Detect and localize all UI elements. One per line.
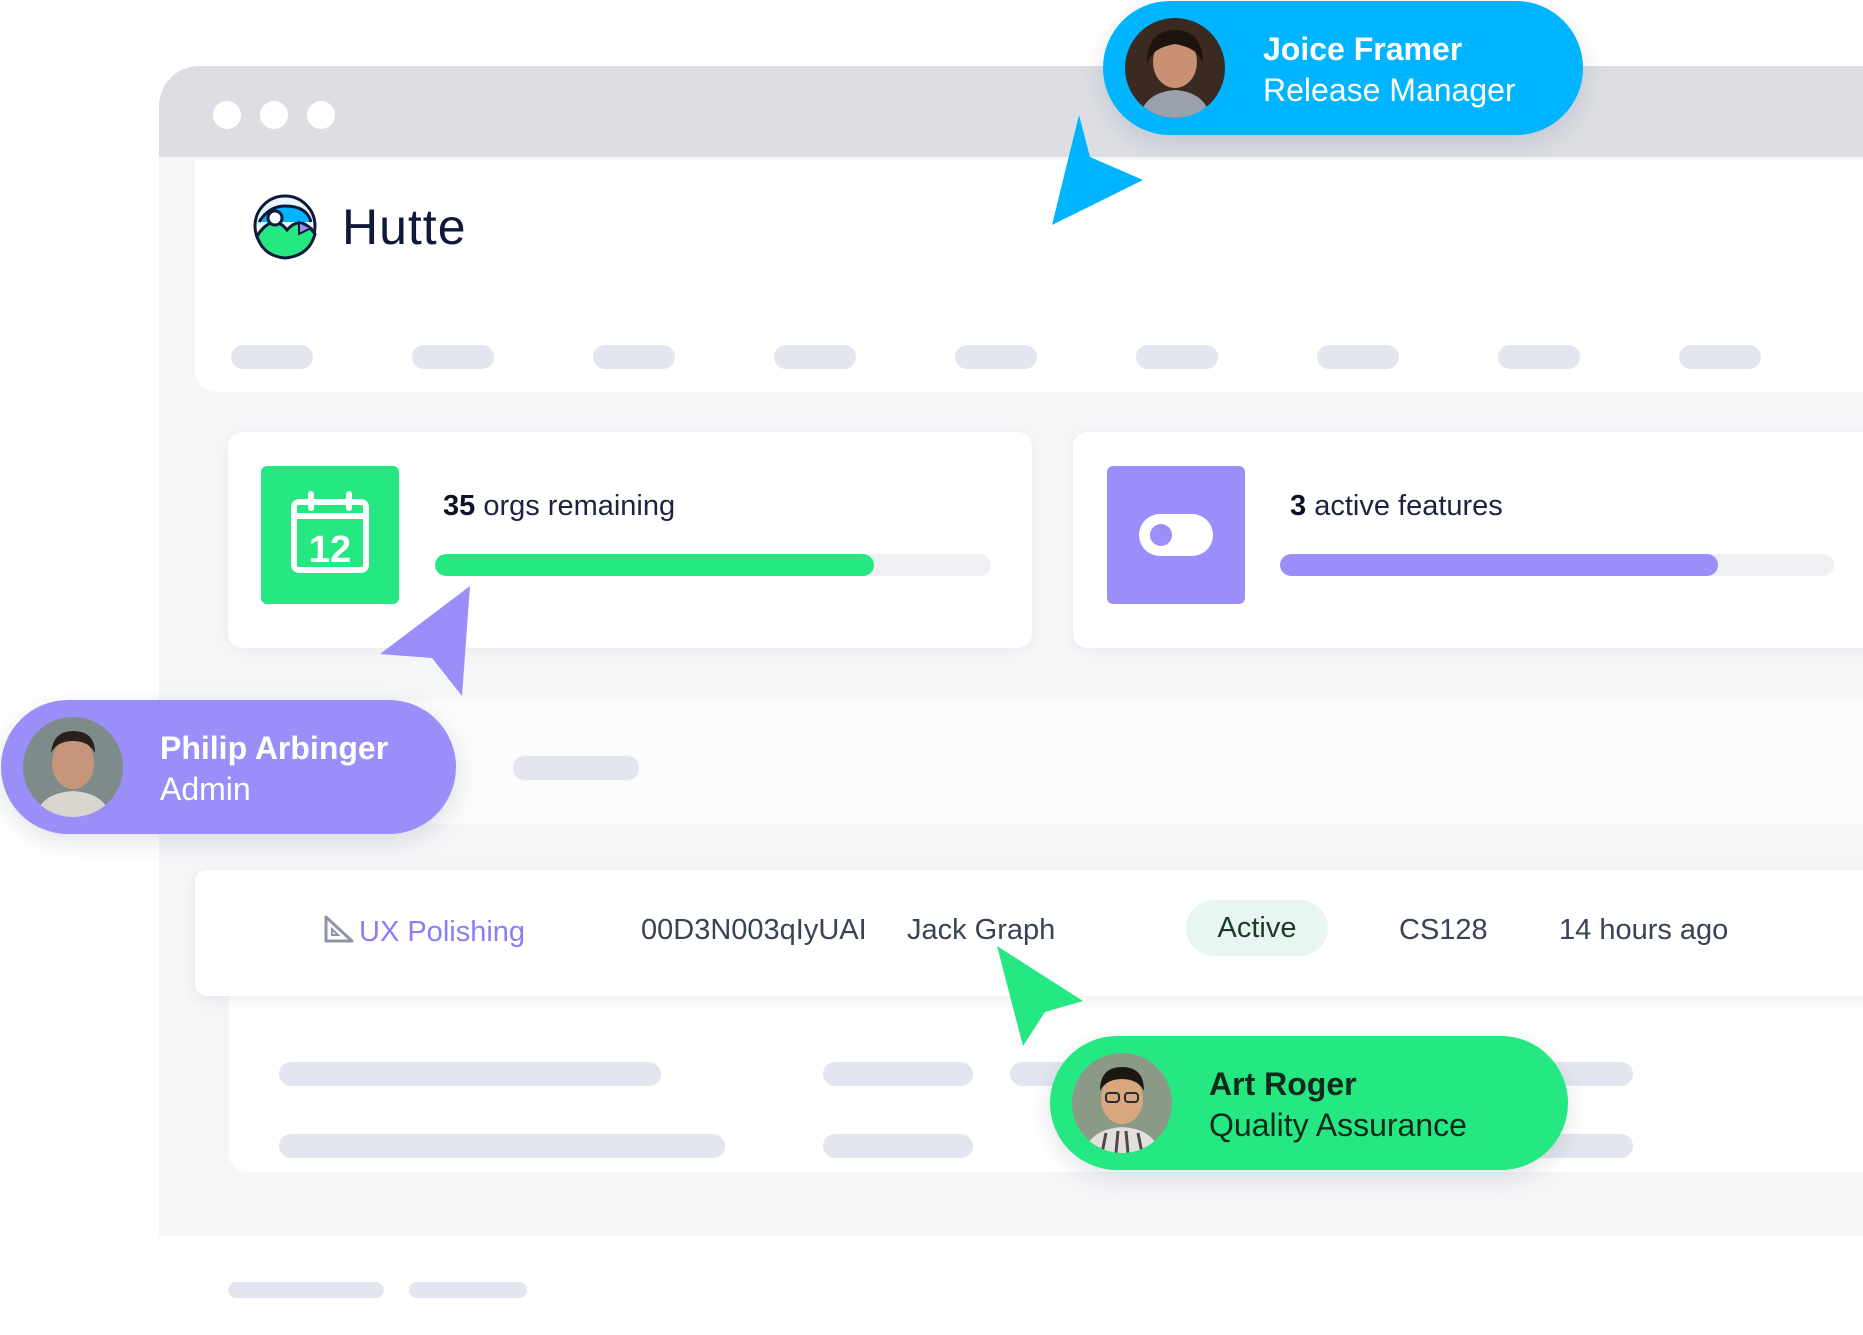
calendar-icon: 12 (261, 466, 399, 604)
cursor-arrow-icon (1050, 115, 1150, 225)
user-name: Joice Framer (1263, 31, 1463, 67)
nav-placeholder-4[interactable] (774, 345, 856, 369)
user-tag-philip-arbinger[interactable]: Philip Arbinger Admin (1, 700, 456, 834)
user-role: Quality Assurance (1209, 1107, 1467, 1143)
orgs-count: 35 (443, 490, 476, 522)
nav-placeholder-7[interactable] (1317, 345, 1399, 369)
section-title-placeholder (513, 756, 639, 780)
skeleton-cell (823, 1134, 973, 1158)
features-count: 3 (1290, 490, 1307, 522)
nav-placeholder-3[interactable] (593, 345, 675, 369)
orgs-progress-fill (435, 554, 875, 576)
user-role: Admin (160, 771, 251, 807)
window-dot-maximize[interactable] (307, 101, 335, 129)
skeleton-cell (823, 1062, 973, 1086)
code-cell: CS128 (1399, 914, 1488, 946)
project-name: UX Polishing (359, 916, 526, 948)
cursor-arrow-icon (378, 586, 478, 696)
nav-placeholder-2[interactable] (412, 345, 494, 369)
footer-placeholder-1 (228, 1282, 384, 1298)
nav-placeholder-6[interactable] (1136, 345, 1218, 369)
skeleton-cell (279, 1062, 661, 1086)
project-cell[interactable]: UX Polishing (323, 914, 525, 949)
nav-placeholder-5[interactable] (955, 345, 1037, 369)
avatar (1125, 18, 1225, 118)
user-tag-joice-framer[interactable]: Joice Framer Release Manager (1103, 1, 1583, 135)
triangle-ruler-icon (324, 915, 354, 943)
cursor-arrow-icon (993, 946, 1093, 1056)
window-dot-minimize[interactable] (260, 101, 288, 129)
toggle-icon (1107, 466, 1245, 604)
avatar (23, 717, 123, 817)
brand-name: Hutte (342, 199, 467, 255)
orgs-remaining-text: orgs remaining (475, 490, 676, 522)
window-dot-close[interactable] (213, 101, 241, 129)
nav-placeholder-9[interactable] (1679, 345, 1761, 369)
window-title-bar (159, 66, 1863, 157)
nav-placeholder-1[interactable] (231, 345, 313, 369)
user-tag-art-roger[interactable]: Art Roger Quality Assurance (1050, 1036, 1568, 1170)
status-badge: Active (1186, 900, 1328, 956)
owner-cell: Jack Graph (907, 914, 1056, 946)
stat-card-features: 3 active features (1073, 432, 1863, 648)
user-name: Philip Arbinger (160, 730, 389, 766)
stat-card-orgs: 12 35 orgs remaining (228, 432, 1032, 648)
user-name: Art Roger (1209, 1066, 1357, 1102)
user-role: Release Manager (1263, 72, 1516, 108)
header-panel: Hutte (195, 160, 1863, 392)
hutte-logo-icon[interactable] (249, 192, 323, 264)
active-features-text: active features (1306, 490, 1503, 522)
orgs-progress-track (435, 554, 991, 576)
avatar (1072, 1053, 1172, 1153)
footer-placeholder-2 (409, 1282, 527, 1298)
features-progress-track (1280, 554, 1834, 576)
org-id-cell: 00D3N003qIyUAI (641, 914, 867, 946)
nav-placeholder-8[interactable] (1498, 345, 1580, 369)
calendar-day-text: 12 (309, 529, 351, 571)
skeleton-cell (279, 1134, 725, 1158)
features-progress-fill (1280, 554, 1718, 576)
updated-cell: 14 hours ago (1559, 914, 1729, 946)
active-features-label: 3 active features (1290, 490, 1503, 523)
orgs-remaining-label: 35 orgs remaining (443, 490, 675, 523)
